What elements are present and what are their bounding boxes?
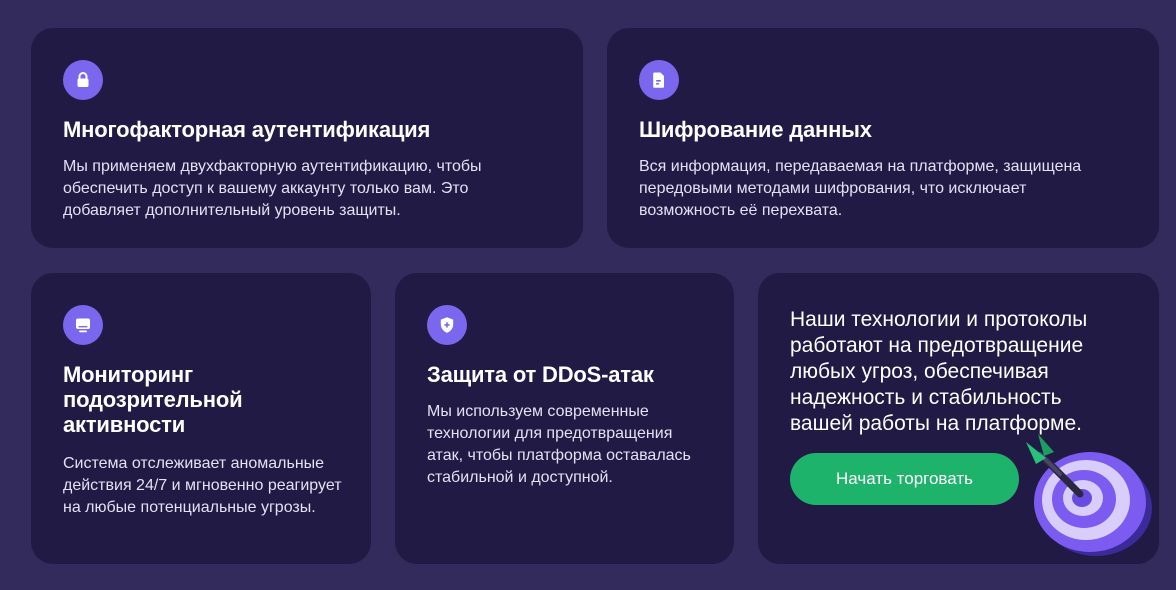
promo-card: Наши технологии и протоколы работают на … (758, 273, 1159, 564)
card-description: Мы используем современные технологии для… (427, 403, 691, 486)
start-trading-button[interactable]: Начать торговать (790, 453, 1019, 505)
card-description: Вся информация, передаваемая на платформ… (639, 158, 1082, 219)
card-title: Многофакторная аутентификация (63, 117, 431, 142)
card-description: Система отслеживает аномальные действия … (63, 455, 342, 516)
feature-card-monitoring: Мониторинг подозрительной активности Сис… (31, 273, 371, 564)
shield-icon (427, 305, 467, 345)
card-title: Мониторинг подозрительной активности (63, 362, 243, 437)
card-description: Мы применяем двухфакторную аутентификаци… (63, 158, 482, 219)
card-title: Шифрование данных (639, 117, 872, 142)
promo-text: Наши технологии и протоколы работают на … (790, 308, 1088, 435)
document-icon (639, 60, 679, 100)
feature-card-ddos: Защита от DDoS-атак Мы используем соврем… (395, 273, 734, 564)
lock-icon (63, 60, 103, 100)
dart-target-icon (1026, 434, 1152, 556)
monitor-icon (63, 305, 103, 345)
card-title: Защита от DDoS-атак (427, 362, 654, 387)
feature-card-encryption: Шифрование данных Вся информация, переда… (607, 28, 1159, 248)
feature-card-mfa: Многофакторная аутентификация Мы применя… (31, 28, 583, 248)
